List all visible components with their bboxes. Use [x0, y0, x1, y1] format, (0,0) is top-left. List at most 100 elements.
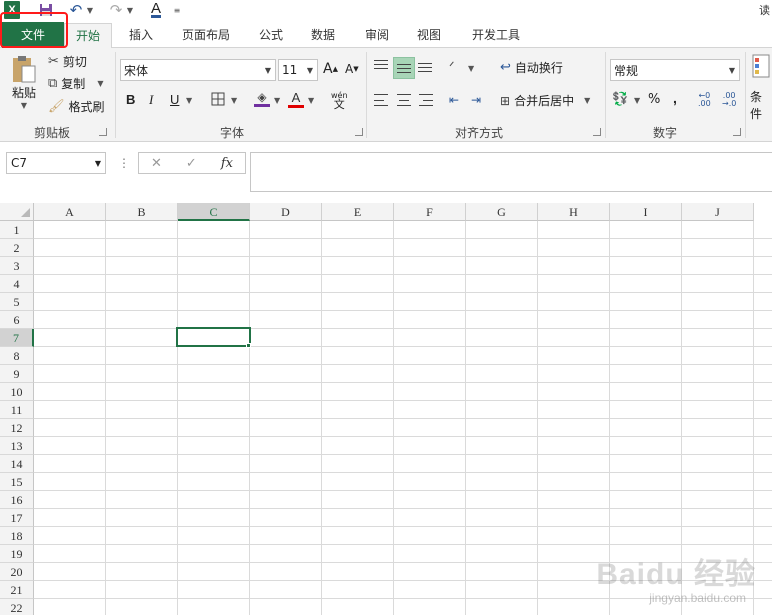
decrease-decimal-icon[interactable]: .00 →.0 — [722, 92, 736, 108]
row-header-5[interactable]: 5 — [0, 293, 34, 311]
name-box[interactable]: C7 ▼ — [6, 152, 106, 174]
tab-file[interactable]: 文件 — [2, 22, 64, 48]
redo-icon[interactable]: ↷ — [108, 1, 124, 19]
column-header-b[interactable]: B — [106, 203, 178, 221]
row-header-21[interactable]: 21 — [0, 581, 34, 599]
tab-insert[interactable]: 插入 — [118, 23, 164, 48]
column-header-h[interactable]: H — [538, 203, 610, 221]
row-header-19[interactable]: 19 — [0, 545, 34, 563]
customize-qat-icon[interactable]: ≡ — [172, 1, 182, 19]
fill-handle[interactable] — [246, 343, 251, 348]
enter-icon[interactable]: ✓ — [186, 156, 197, 171]
accounting-dropdown-icon[interactable]: ▼ — [634, 96, 640, 105]
row-header-11[interactable]: 11 — [0, 401, 34, 419]
number-format-select[interactable]: 常规 ▼ — [610, 59, 740, 81]
row-header-13[interactable]: 13 — [0, 437, 34, 455]
decrease-font-icon[interactable]: A ▼ — [345, 62, 359, 76]
align-left-button[interactable] — [374, 94, 388, 106]
row-header-4[interactable]: 4 — [0, 275, 34, 293]
bold-button[interactable]: B — [126, 92, 135, 107]
alignment-launcher-icon[interactable] — [593, 128, 601, 136]
column-header-g[interactable]: G — [466, 203, 538, 221]
undo-dropdown-icon[interactable]: ▼ — [86, 1, 94, 19]
tab-developer[interactable]: 开发工具 — [460, 23, 532, 48]
column-header-i[interactable]: I — [610, 203, 682, 221]
tab-formulas[interactable]: 公式 — [248, 23, 294, 48]
row-header-6[interactable]: 6 — [0, 311, 34, 329]
middle-align-button[interactable] — [393, 57, 415, 79]
top-align-button[interactable] — [374, 60, 388, 72]
tab-page-layout[interactable]: 页面布局 — [172, 23, 240, 48]
font-color-button[interactable]: A — [288, 90, 304, 108]
save-icon[interactable] — [38, 1, 54, 19]
row-header-2[interactable]: 2 — [0, 239, 34, 257]
font-size-select[interactable]: 11 ▼ — [278, 59, 318, 81]
fill-color-dropdown-icon[interactable]: ▼ — [274, 96, 280, 105]
align-center-button[interactable] — [397, 94, 411, 106]
format-painter-button[interactable]: 🖌 格式刷 — [48, 98, 105, 115]
clipboard-launcher-icon[interactable] — [99, 128, 107, 136]
font-launcher-icon[interactable] — [355, 128, 363, 136]
percent-button[interactable]: % — [648, 92, 660, 107]
row-header-18[interactable]: 18 — [0, 527, 34, 545]
borders-dropdown-icon[interactable]: ▼ — [231, 96, 237, 105]
column-header-j[interactable]: J — [682, 203, 754, 221]
font-color-dropdown-icon[interactable]: ▼ — [308, 96, 314, 105]
tab-data[interactable]: 数据 — [300, 23, 346, 48]
insert-function-icon[interactable]: fx — [221, 156, 233, 171]
column-header-f[interactable]: F — [394, 203, 466, 221]
row-header-3[interactable]: 3 — [0, 257, 34, 275]
underline-button[interactable]: U — [170, 92, 179, 107]
row-header-15[interactable]: 15 — [0, 473, 34, 491]
orientation-icon[interactable]: ᐟ — [449, 60, 455, 75]
tab-view[interactable]: 视图 — [406, 23, 452, 48]
column-header-d[interactable]: D — [250, 203, 322, 221]
font-name-select[interactable]: 宋体 ▼ — [120, 59, 276, 81]
orientation-dropdown-icon[interactable]: ▼ — [468, 64, 474, 73]
paste-dropdown-icon[interactable]: ▼ — [21, 101, 27, 110]
cancel-icon[interactable]: ✕ — [151, 156, 162, 171]
row-header-9[interactable]: 9 — [0, 365, 34, 383]
select-all-corner[interactable] — [0, 203, 34, 221]
increase-font-icon[interactable]: A ▲ — [323, 61, 338, 77]
row-header-1[interactable]: 1 — [0, 221, 34, 239]
decrease-indent-icon[interactable]: ⇤ — [449, 93, 459, 107]
comma-button[interactable]: , — [673, 90, 677, 106]
conditional-format-icon[interactable] — [752, 54, 770, 80]
underline-dropdown-icon[interactable]: ▼ — [186, 96, 192, 105]
formula-input[interactable] — [250, 152, 772, 192]
increase-decimal-icon[interactable]: ←0.00 — [698, 92, 711, 108]
row-header-12[interactable]: 12 — [0, 419, 34, 437]
column-header-a[interactable]: A — [34, 203, 106, 221]
fill-color-button[interactable]: ◈ — [254, 90, 270, 107]
borders-button[interactable] — [211, 92, 225, 106]
number-launcher-icon[interactable] — [733, 128, 741, 136]
wrap-text-button[interactable]: ↩ 自动换行 — [500, 59, 563, 76]
align-right-button[interactable] — [419, 94, 433, 106]
copy-button[interactable]: ⧉ 复制 ▼ — [48, 75, 103, 92]
column-header-c[interactable]: C — [178, 203, 250, 221]
merge-dropdown-icon[interactable]: ▼ — [584, 96, 590, 105]
row-header-14[interactable]: 14 — [0, 455, 34, 473]
accounting-format-icon[interactable]: 💱 — [612, 92, 628, 107]
row-header-20[interactable]: 20 — [0, 563, 34, 581]
redo-dropdown-icon[interactable]: ▼ — [126, 1, 134, 19]
cut-button[interactable]: ✂ 剪切 — [48, 53, 87, 70]
formula-bar-handle-icon[interactable]: ⋮ — [118, 156, 130, 170]
increase-indent-icon[interactable]: ⇥ — [471, 93, 481, 107]
merge-center-button[interactable]: ⊞ 合并后居中 ▼ — [500, 92, 590, 109]
row-header-17[interactable]: 17 — [0, 509, 34, 527]
column-header-e[interactable]: E — [322, 203, 394, 221]
active-cell[interactable] — [176, 327, 251, 347]
italic-button[interactable]: I — [149, 92, 153, 108]
row-header-10[interactable]: 10 — [0, 383, 34, 401]
row-header-7[interactable]: 7 — [0, 329, 34, 347]
undo-icon[interactable]: ↶ — [68, 1, 84, 19]
tab-review[interactable]: 审阅 — [354, 23, 400, 48]
paste-button[interactable]: 粘贴 ▼ — [8, 54, 40, 110]
row-header-8[interactable]: 8 — [0, 347, 34, 365]
font-color-qat-icon[interactable]: A — [148, 1, 164, 19]
row-header-22[interactable]: 22 — [0, 599, 34, 615]
row-header-16[interactable]: 16 — [0, 491, 34, 509]
conditional-format-button[interactable]: 条件 — [750, 88, 772, 122]
